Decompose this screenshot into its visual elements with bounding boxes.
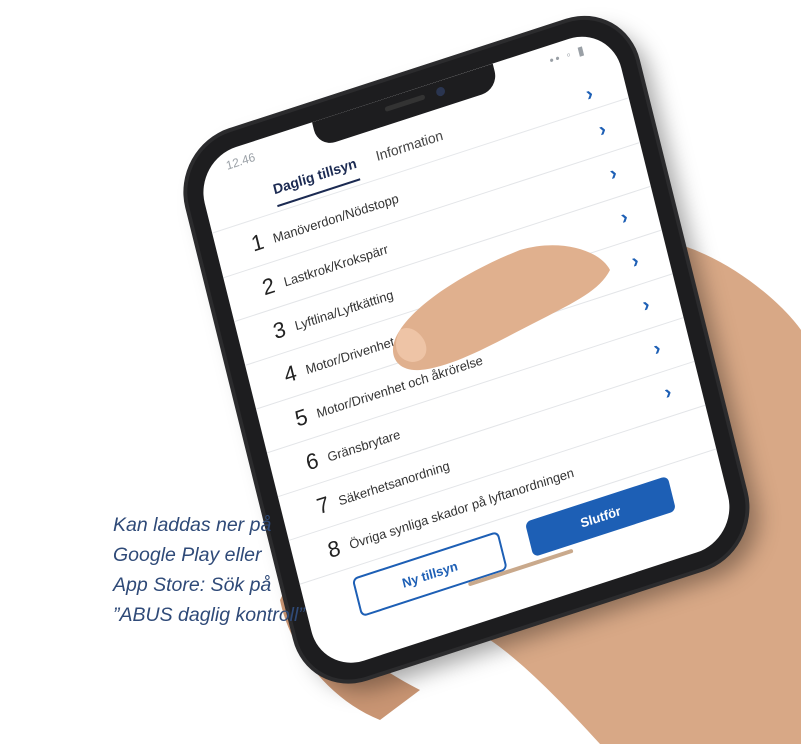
chevron-right-icon[interactable]: › (584, 82, 596, 106)
item-number: 1 (248, 228, 267, 257)
chevron-right-icon: › (662, 380, 674, 405)
chevron-right-icon: › (651, 337, 663, 361)
item-number: 6 (303, 447, 321, 476)
signal-wifi-battery-icon: •• ◦ ▮ (547, 42, 588, 68)
download-caption: Kan laddas ner på Google Play eller App … (113, 510, 373, 630)
caption-line: Kan laddas ner på (113, 514, 272, 536)
item-number: 4 (281, 359, 300, 388)
caption-line: ”ABUS daglig kontroll” (113, 604, 305, 626)
caption-line: Google Play eller (113, 544, 262, 566)
item-number: 2 (259, 272, 278, 301)
item-number: 5 (292, 403, 311, 432)
chevron-right-icon: › (640, 293, 652, 317)
caption-line: App Store: Sök på (113, 574, 272, 596)
chevron-right-icon: › (629, 249, 642, 273)
item-number: 3 (270, 316, 289, 345)
chevron-right-icon: › (607, 161, 620, 186)
chevron-right-icon: › (596, 118, 609, 142)
status-time: 12.46 (224, 149, 257, 173)
chevron-right-icon: › (618, 205, 631, 230)
